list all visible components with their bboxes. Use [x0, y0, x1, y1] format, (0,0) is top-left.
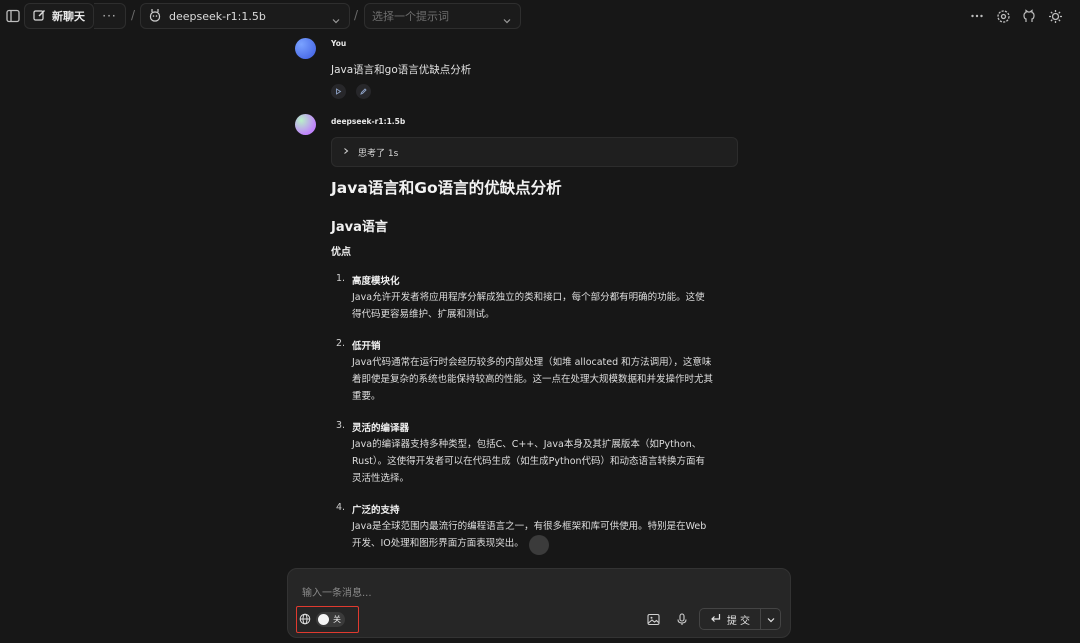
list-number: 4. [336, 502, 346, 513]
list-item-body: Java允许开发者将应用程序分解成独立的类和接口，每个部分都有明确的功能。这使得… [352, 292, 705, 320]
toggle-knob [318, 614, 329, 625]
settings-icon[interactable] [992, 5, 1014, 27]
message-actions [331, 84, 371, 99]
submit-options-dropdown[interactable] [760, 609, 780, 629]
prompt-selector[interactable]: 选择一个提示词 [364, 3, 521, 29]
list-item-title: 高度模块化 [352, 276, 400, 287]
thinking-label: 思考了 1s [358, 148, 399, 159]
response-title: Java语言和Go语言的优缺点分析 [331, 179, 562, 197]
ollama-llama-icon [149, 7, 161, 26]
globe-icon [299, 610, 311, 629]
avatar [295, 114, 316, 135]
message-composer: 输入一条消息... 关 提 交 [287, 568, 791, 638]
more-icon[interactable] [966, 5, 988, 27]
chevron-down-icon [766, 610, 776, 629]
assistant-response: Java语言和Go语言的优缺点分析 Java语言 优点 1. 高度模块化 Jav… [331, 176, 731, 549]
play-icon[interactable] [331, 84, 346, 99]
list-number: 1. [336, 273, 346, 284]
gear-icon[interactable] [1044, 5, 1066, 27]
header-actions [966, 5, 1066, 27]
composer-tools: 提 交 [643, 608, 781, 630]
edit-icon[interactable] [356, 84, 371, 99]
avatar [295, 38, 316, 59]
submit-button-group: 提 交 [698, 608, 781, 630]
top-bar: 新聊天 ··· / deepseek-r1:1.5b / 选择一个提示词 [0, 0, 1080, 32]
list-number: 2. [336, 338, 346, 349]
breadcrumb-separator: / [354, 8, 359, 22]
edit-icon [33, 7, 46, 26]
submit-button[interactable]: 提 交 [700, 609, 760, 629]
list-number: 3. [336, 420, 346, 431]
chevron-right-icon [342, 147, 350, 158]
submit-label: 提 交 [726, 615, 750, 627]
model-selector[interactable]: deepseek-r1:1.5b [140, 3, 350, 29]
scroll-to-bottom-button[interactable] [529, 535, 549, 555]
message-input[interactable]: 输入一条消息... [302, 584, 372, 599]
more-options-button[interactable]: ··· [94, 3, 126, 29]
toggle-label: 关 [333, 615, 341, 624]
image-icon[interactable] [643, 608, 665, 630]
prompt-placeholder: 选择一个提示词 [372, 10, 449, 23]
subsection-title: 优点 [331, 247, 351, 258]
list-item-title: 低开销 [352, 341, 381, 352]
breadcrumb-separator: / [131, 8, 136, 22]
new-chat-button[interactable]: 新聊天 [24, 3, 94, 29]
microphone-icon[interactable] [671, 608, 693, 630]
sidebar-toggle-icon[interactable] [2, 5, 24, 27]
model-name: deepseek-r1:1.5b [169, 9, 266, 23]
message-author: You [331, 39, 347, 48]
list-item-body: Java代码通常在运行时会经历较多的内部处理（如堆 allocated 和方法调… [352, 357, 714, 402]
github-icon[interactable] [1018, 5, 1040, 27]
web-search-toggle[interactable]: 关 [296, 606, 359, 633]
list-item-title: 灵活的编译器 [352, 423, 410, 434]
list-item-body: Java的编译器支持多种类型，包括C、C++、Java本身及其扩展版本（如Pyt… [352, 439, 706, 484]
enter-icon [710, 613, 721, 626]
toggle-switch[interactable]: 关 [316, 612, 345, 627]
chevron-down-icon [502, 11, 512, 30]
section-title: Java语言 [331, 220, 388, 235]
new-chat-label: 新聊天 [52, 10, 85, 23]
more-icon: ··· [102, 9, 117, 23]
thinking-collapsible[interactable]: 思考了 1s [331, 137, 738, 167]
user-message-text: Java语言和go语言优缺点分析 [331, 64, 472, 76]
list-item-title: 广泛的支持 [352, 505, 400, 516]
message-author: deepseek-r1:1.5b [331, 117, 406, 126]
chevron-down-icon [331, 11, 341, 30]
